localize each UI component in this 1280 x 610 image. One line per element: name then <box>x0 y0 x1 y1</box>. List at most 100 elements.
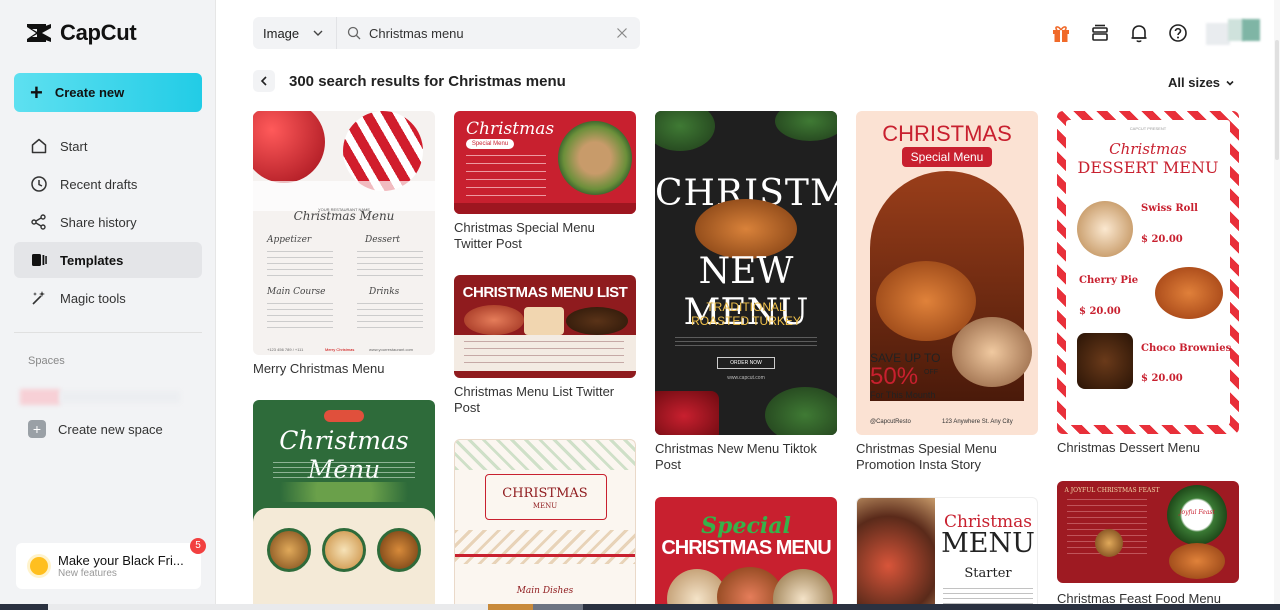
template-card-merry-christmas-menu[interactable]: YOUR RESTAURANT NAME Christmas Menu Appe… <box>253 111 435 377</box>
back-button[interactable] <box>253 70 275 92</box>
magic-wand-icon <box>32 291 45 305</box>
template-caption: Christmas Dessert Menu <box>1057 440 1201 455</box>
create-new-space-label: Create new space <box>58 421 163 437</box>
promo-card[interactable]: Make your Black Fri... New features 5 <box>16 538 206 589</box>
sidebar: CapCut + Create new Start Recent drafts … <box>0 0 216 610</box>
header-actions <box>1050 22 1189 44</box>
menu-section: Dessert <box>365 235 401 245</box>
gift-icon[interactable] <box>1050 22 1072 44</box>
promo-handle: @CapcutResto <box>870 419 911 425</box>
menu-subtitle: MENU <box>941 528 1035 559</box>
search-input[interactable] <box>369 25 616 41</box>
template-card-christmas-feast-food-menu[interactable]: A JOYFUL CHRISTMAS FEAST Joyful Feast Ch… <box>1057 481 1239 607</box>
capcut-app: CapCut + Create new Start Recent drafts … <box>0 0 1280 610</box>
search-bar: Image <box>253 17 640 49</box>
chevron-down-icon <box>313 30 323 36</box>
template-card-christmas-new-menu-tiktok[interactable]: CHRISTMAS NEW MENU TRADITIONAL ROASTED T… <box>655 111 837 473</box>
template-card-christmas-menu-green[interactable]: Christmas Menu <box>253 400 435 610</box>
dessert-price: $ 20.00 <box>1141 373 1183 384</box>
sidebar-item-magic-tools[interactable]: Magic tools <box>14 280 202 316</box>
template-card-christmas-spesial-menu-promotion[interactable]: CHRISTMAS Special Menu SAVE UP TO 50% OF… <box>856 111 1038 473</box>
template-thumbnail: YOUR RESTAURANT NAME Christmas Menu Appe… <box>253 111 435 355</box>
create-new-label: Create new <box>54 85 125 100</box>
bell-icon[interactable] <box>1128 22 1150 44</box>
menu-title: Special <box>701 513 791 539</box>
help-icon[interactable] <box>1167 22 1189 44</box>
scrollbar[interactable] <box>1274 0 1280 610</box>
template-caption: Christmas Menu List Twitter Post <box>454 384 615 415</box>
menu-section: Main Course <box>267 287 326 297</box>
capcut-logo[interactable]: CapCut <box>24 20 137 46</box>
menu-section: Drinks <box>369 287 400 297</box>
dessert-name: Choco Brownies <box>1141 343 1232 354</box>
sidebar-item-label: Magic tools <box>60 290 126 306</box>
sidebar-item-templates[interactable]: Templates <box>14 242 202 278</box>
template-card-christmas-menu-list[interactable]: CHRISTMAS MENU LIST Christmas Menu List … <box>454 275 636 416</box>
template-thumbnail: A JOYFUL CHRISTMAS FEAST Joyful Feast <box>1057 481 1239 583</box>
space-item[interactable] <box>20 376 180 406</box>
template-thumbnail: Christmas Menu <box>253 400 435 610</box>
menu-title: Christmas Menu <box>293 209 395 223</box>
size-filter-dropdown[interactable]: All sizes <box>1168 75 1235 90</box>
avatar[interactable] <box>1206 19 1260 47</box>
clear-search-icon[interactable] <box>616 27 628 39</box>
template-thumbnail: CHRISTMAS Special Menu SAVE UP TO 50% OF… <box>856 111 1038 435</box>
spaces-heading: Spaces <box>28 355 65 367</box>
sidebar-item-label: Recent drafts <box>60 176 138 192</box>
dessert-price: $ 20.00 <box>1079 306 1121 317</box>
template-thumbnail: CHRISTMAS MENU LIST <box>454 275 636 378</box>
menu-presenter: CAPCUT PRESENT <box>1129 126 1167 131</box>
template-card-christmas-menu-white[interactable]: CHRISTMAS MENU Main Dishes <box>454 439 636 610</box>
order-now-label: ORDER NOW <box>717 357 775 369</box>
template-thumbnail: CAPCUT PRESENT Christmas DESSERT MENU Sw… <box>1057 111 1239 434</box>
menu-title: A JOYFUL CHRISTMAS FEAST <box>1064 487 1160 494</box>
chevron-left-icon <box>260 76 267 86</box>
plus-icon: + <box>28 420 46 438</box>
clock-icon <box>31 176 47 192</box>
search-type-dropdown[interactable]: Image <box>253 17 337 49</box>
create-new-space-button[interactable]: + Create new space <box>28 420 163 438</box>
menu-subtitle: Special Menu <box>902 147 992 167</box>
dessert-price: $ 20.00 <box>1141 234 1183 245</box>
promo-percent: 50% <box>870 363 919 390</box>
layers-icon[interactable] <box>1089 22 1111 44</box>
menu-tagline: TRADITIONAL <box>706 300 786 314</box>
promo-address: 123 Anywhere St. Any City <box>942 419 1013 425</box>
home-icon <box>31 138 47 154</box>
menu-phone: +123 456 789 / +111 <box>267 347 304 352</box>
menu-section: Appetizer <box>267 235 312 245</box>
menu-subtitle: Special Menu <box>466 139 514 149</box>
search-type-value: Image <box>263 25 300 41</box>
templates-icon <box>32 254 47 266</box>
menu-website: www.yourrestaurant.com <box>369 347 414 352</box>
menu-title: Christmas <box>466 119 555 139</box>
menu-subtitle: MENU <box>532 502 558 510</box>
plus-icon: + <box>30 79 43 105</box>
template-card-special-christmas-menu[interactable]: Special CHRISTMAS MENU <box>655 497 837 610</box>
create-new-button[interactable]: + Create new <box>14 73 202 112</box>
search-icon <box>347 26 361 40</box>
sun-icon <box>30 557 48 575</box>
menu-tagline: ROASTED TURKEY <box>691 314 801 328</box>
menu-website: www.capcut.com <box>727 375 765 381</box>
promo-off: OFF <box>924 369 938 376</box>
promo-title: Make your Black Fri... <box>58 553 184 568</box>
template-thumbnail: CHRISTMAS NEW MENU TRADITIONAL ROASTED T… <box>655 111 837 435</box>
promo-note: For This Mounth <box>870 390 936 400</box>
template-card-christmas-menu-starter[interactable]: Christmas MENU Starter <box>856 497 1038 610</box>
menu-badge: Joyful Feast <box>1179 509 1215 516</box>
sidebar-nav: Start Recent drafts Share history Templa… <box>14 128 202 318</box>
menu-title: CHRISTMAS MENU LIST <box>462 284 628 301</box>
menu-title: CHRISTMAS <box>882 121 1012 146</box>
sidebar-item-share-history[interactable]: Share history <box>14 204 202 240</box>
template-card-christmas-special-menu-twitter[interactable]: Christmas Special Menu Christmas Special… <box>454 111 636 252</box>
chevron-down-icon <box>1226 80 1234 86</box>
scrollbar-thumb[interactable] <box>1275 40 1279 160</box>
sidebar-item-recent-drafts[interactable]: Recent drafts <box>14 166 202 202</box>
promo-subtitle: New features <box>58 568 117 579</box>
template-caption: Christmas Special Menu Twitter Post <box>454 220 595 251</box>
sidebar-item-start[interactable]: Start <box>14 128 202 164</box>
template-card-christmas-dessert-menu[interactable]: CAPCUT PRESENT Christmas DESSERT MENU Sw… <box>1057 111 1239 456</box>
template-caption: Christmas New Menu Tiktok Post <box>655 441 817 472</box>
sidebar-item-label: Start <box>60 138 88 154</box>
